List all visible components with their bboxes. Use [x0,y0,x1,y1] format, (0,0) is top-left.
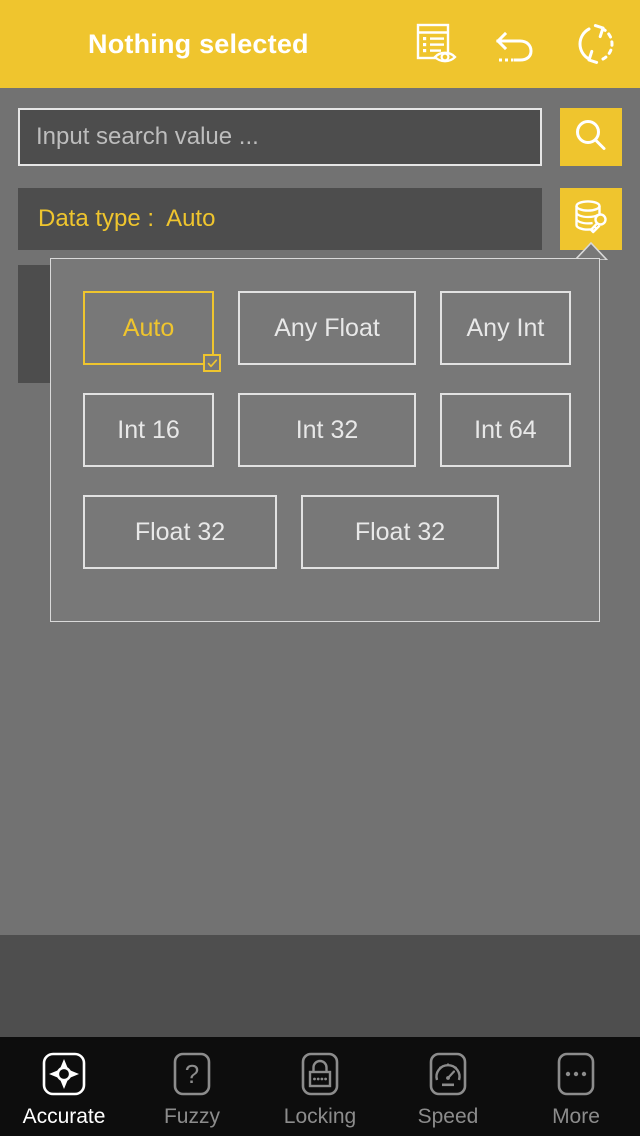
bottom-tab-bar: Accurate ? Fuzzy Locking Speed More [0,1037,640,1136]
tab-more[interactable]: More [512,1037,640,1136]
tab-speed[interactable]: Speed [384,1037,512,1136]
data-type-option-auto[interactable]: Auto [83,291,222,372]
search-input[interactable] [18,108,542,166]
option-label: Int 64 [474,415,537,444]
data-type-option-any-float[interactable]: Any Float [238,291,416,365]
data-type-option-row: Auto Any Float Any Int [83,291,571,372]
checkmark-icon [203,354,222,372]
tab-label: Locking [283,1105,357,1128]
header-actions [410,16,622,72]
tab-label: Fuzzy [163,1105,220,1128]
data-type-option-int-16[interactable]: Int 16 [83,393,215,467]
database-key-icon [570,197,612,242]
data-type-option-float-32-a[interactable]: Float 32 [83,495,277,569]
undo-icon[interactable] [490,16,542,72]
option-label: Int 32 [295,415,359,444]
data-type-row: Data type : Auto [0,188,640,250]
option-label: Int 16 [117,415,180,444]
app-header: Nothing selected [0,0,640,88]
search-icon [571,116,611,159]
option-label: Any Int [466,313,545,342]
search-row [0,88,640,168]
lock-icon [295,1049,345,1099]
question-mark-icon: ? [167,1049,217,1099]
option-label: Any Float [274,313,380,342]
svg-text:?: ? [185,1059,199,1089]
data-type-options-grid: Auto Any Float Any Int Int 16 Int 32 Int… [83,291,571,597]
data-type-option-float-32-b[interactable]: Float 32 [301,495,499,569]
tab-label: Accurate [22,1105,106,1128]
document-preview-icon[interactable] [410,16,462,72]
option-label: Auto [122,313,175,342]
tab-fuzzy[interactable]: ? Fuzzy [128,1037,256,1136]
data-type-option-int-64[interactable]: Int 64 [439,393,571,467]
ellipsis-icon [551,1049,601,1099]
tab-label: More [552,1105,600,1128]
footer-band [0,935,640,1037]
data-type-value: Auto [166,205,216,232]
search-button[interactable] [560,108,622,166]
refresh-icon[interactable] [570,16,622,72]
data-type-option-any-int[interactable]: Any Int [439,291,571,365]
option-label: Float 32 [354,517,446,546]
data-type-option-row: Int 16 Int 32 Int 64 [83,393,571,467]
data-type-option-int-32[interactable]: Int 32 [238,393,416,467]
tab-accurate[interactable]: Accurate [0,1037,128,1136]
data-type-field[interactable]: Data type : Auto [18,188,542,250]
page-title: Nothing selected [88,29,309,59]
data-type-label: Data type : [38,205,155,232]
tab-locking[interactable]: Locking [256,1037,384,1136]
data-type-option-row: Float 32 Float 32 [83,495,571,569]
crosshair-icon [39,1049,89,1099]
option-label: Float 32 [134,517,226,546]
speedometer-icon [423,1049,473,1099]
tab-label: Speed [417,1105,479,1128]
data-type-dropdown: Auto Any Float Any Int Int 16 Int 32 Int… [50,258,600,622]
